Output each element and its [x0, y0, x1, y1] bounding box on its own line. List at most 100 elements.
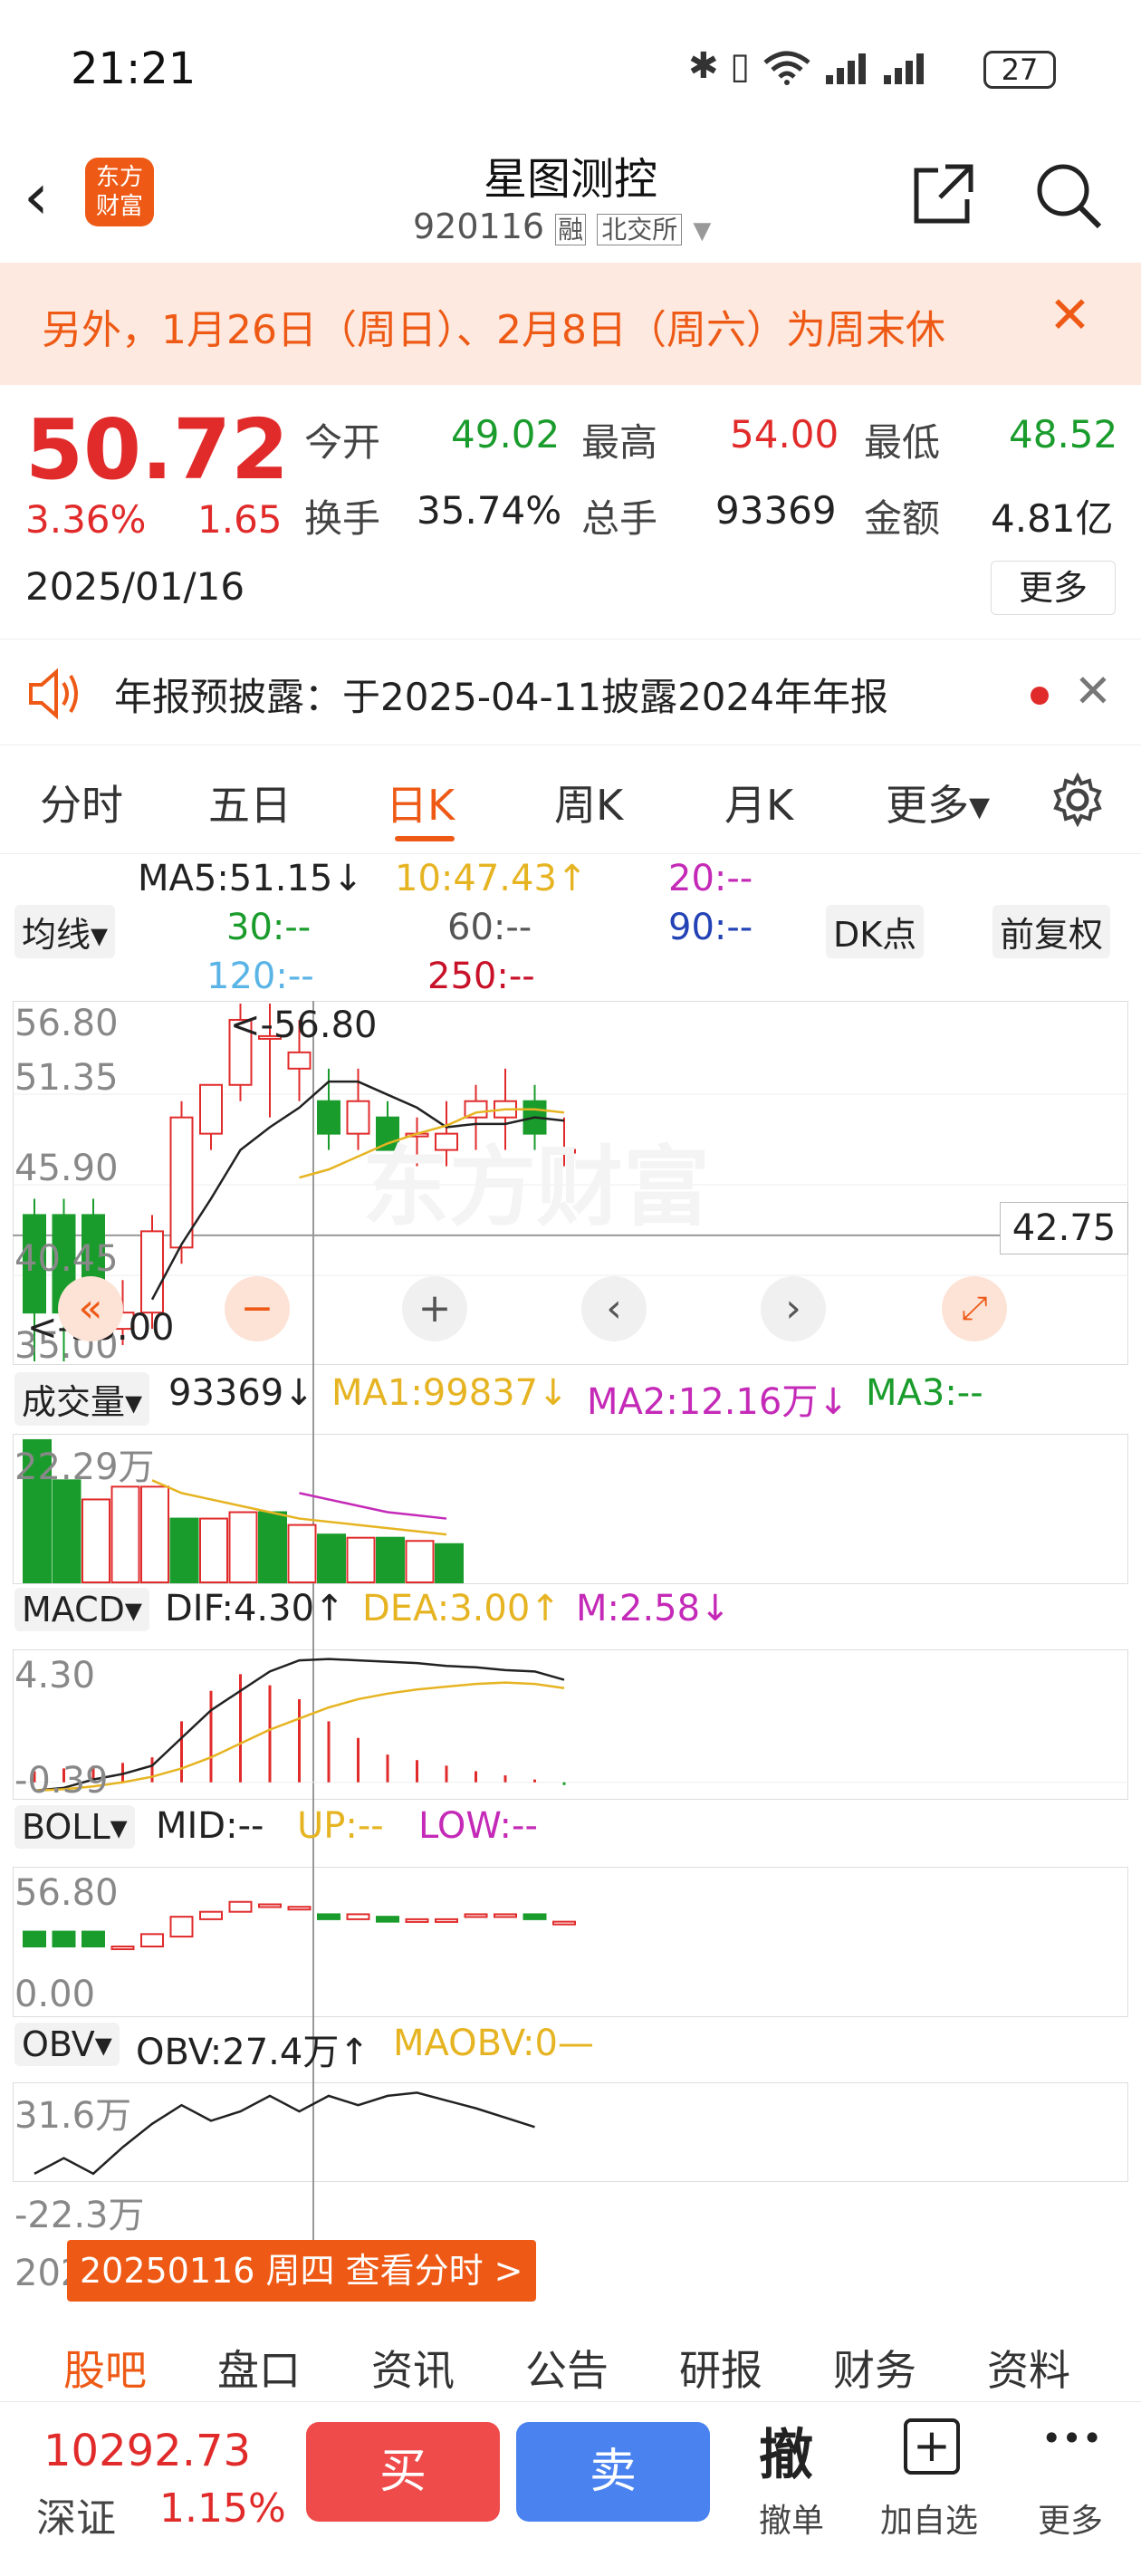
- macd-dif-label: DIF:4.30↑: [165, 1588, 345, 1629]
- boll-candle: [376, 1916, 399, 1923]
- cancel-order-label[interactable]: 撤单: [759, 2494, 824, 2542]
- amount-label: 金额: [864, 496, 941, 541]
- sell-button[interactable]: 卖: [516, 2422, 710, 2522]
- add-watchlist-icon[interactable]: +: [904, 2418, 960, 2475]
- zoom-in-icon[interactable]: +: [402, 1276, 467, 1341]
- tab-yanbao[interactable]: 研报: [679, 2338, 762, 2398]
- index-value[interactable]: 10292.73: [43, 2426, 251, 2476]
- settings-gear-icon[interactable]: [1050, 773, 1105, 827]
- obv-ymin: -22.3万: [14, 2195, 145, 2236]
- signal-icon: [825, 53, 866, 84]
- volume-bar: [169, 1517, 199, 1584]
- tab-more[interactable]: 更多▾: [886, 773, 990, 832]
- stock-code-row[interactable]: 920116 融 北交所 ▼: [413, 207, 711, 246]
- fullscreen-icon[interactable]: ⤢: [942, 1276, 1007, 1341]
- volume-bar: [140, 1485, 169, 1584]
- tab-rik[interactable]: 日K: [386, 773, 455, 832]
- banner-close-icon[interactable]: ✕: [1049, 286, 1091, 345]
- view-intraday-button[interactable]: 20250116 周四 查看分时 >: [67, 2240, 536, 2302]
- scroll-left-icon[interactable]: ‹: [581, 1276, 647, 1341]
- boll-candle: [523, 1913, 547, 1920]
- tab-gonggao[interactable]: 公告: [525, 2338, 609, 2398]
- tab-zhouk[interactable]: 周K: [554, 773, 623, 832]
- index-pct: 1.15%: [159, 2485, 286, 2532]
- boll-candle: [258, 1903, 282, 1908]
- tab-fenshi[interactable]: 分时: [40, 773, 123, 832]
- candle-body: [287, 1051, 312, 1070]
- open-value: 49.02: [451, 412, 561, 457]
- volume-bar: [376, 1536, 405, 1584]
- zoom-out-icon[interactable]: −: [225, 1276, 290, 1341]
- scroll-right-icon[interactable]: ›: [761, 1276, 826, 1341]
- tab-guba[interactable]: 股吧: [63, 2338, 147, 2398]
- rewind-icon[interactable]: «: [58, 1276, 123, 1341]
- buy-button[interactable]: 买: [306, 2422, 500, 2522]
- current-price: 50.72: [25, 401, 290, 498]
- volume-bar: [405, 1540, 435, 1584]
- kline-y-1: 56.80: [14, 1003, 119, 1044]
- boll-up-label: UP:--: [297, 1805, 384, 1847]
- high-value: 54.00: [730, 412, 839, 457]
- macd-select[interactable]: MACD▾: [14, 1588, 149, 1631]
- announcement-banner[interactable]: 另外，1月26日（周日）、2月8日（周六）为周末休 ✕: [0, 263, 1141, 385]
- more-dots-icon[interactable]: •••: [1041, 2418, 1102, 2458]
- tab-yuek[interactable]: 月K: [724, 773, 793, 832]
- kline-y-3: 45.90: [14, 1148, 119, 1189]
- low-value: 48.52: [1009, 412, 1118, 457]
- boll-candle: [110, 1946, 135, 1950]
- share-icon[interactable]: [911, 161, 976, 226]
- volume-bar: [435, 1543, 464, 1584]
- status-icons: ✱ ▯: [688, 45, 929, 87]
- volume-select[interactable]: 成交量▾: [14, 1372, 150, 1426]
- notice-close-icon[interactable]: ✕: [1074, 665, 1112, 717]
- volume-ymax: 22.29万: [14, 1447, 155, 1488]
- obv-select[interactable]: OBV▾: [14, 2023, 120, 2066]
- turnover-label: 换手: [304, 496, 381, 541]
- cancel-order-icon[interactable]: 撤: [759, 2411, 813, 2490]
- search-icon[interactable]: [1032, 159, 1105, 232]
- speaker-icon: [29, 668, 78, 719]
- boll-candle: [435, 1918, 458, 1923]
- maobv-label: MAOBV:0—: [393, 2023, 594, 2064]
- nav-bar: ‹ 东方 财富 星图测控 920116 融 北交所 ▼: [0, 136, 1141, 263]
- add-watchlist-label[interactable]: 加自选: [880, 2494, 978, 2542]
- low-label: 最低: [864, 420, 941, 465]
- stock-code: 920116: [413, 207, 545, 246]
- volume-value: 93369: [715, 488, 837, 533]
- boll-candle: [140, 1933, 164, 1948]
- dropdown-icon: ▼: [693, 217, 712, 245]
- vol-ma2-label: MA2:12.16万↓: [587, 1381, 849, 1423]
- kline-y-2: 51.35: [14, 1057, 119, 1099]
- max-price-mark: <-56.80: [230, 1004, 378, 1046]
- quote-date: 2025/01/16: [25, 564, 245, 609]
- tab-ziliao[interactable]: 资料: [987, 2338, 1070, 2398]
- kline-y-4: 40.45: [14, 1238, 119, 1280]
- chart-area[interactable]: 均线▾ MA5:51.15↓ 10:47.43↑ 20:-- 30:-- 60:…: [0, 854, 1141, 2321]
- vol-ma3-label: MA3:--: [866, 1372, 983, 1414]
- candle-body: [317, 1100, 340, 1135]
- watermark-text: 东方财富: [362, 1137, 710, 1238]
- volume-bar: [346, 1536, 376, 1584]
- high-label: 最高: [581, 420, 658, 465]
- vol-ma1-label: MA1:99837↓: [331, 1372, 569, 1414]
- change-pct: 3.36%: [25, 497, 147, 542]
- more-label[interactable]: 更多: [1038, 2494, 1103, 2542]
- boll-select[interactable]: BOLL▾: [14, 1805, 135, 1849]
- boll-low-label: LOW:--: [418, 1805, 538, 1847]
- tab-zixun[interactable]: 资讯: [371, 2338, 455, 2398]
- volume-bar: [52, 1479, 82, 1583]
- tab-caiwu[interactable]: 财务: [833, 2338, 916, 2398]
- more-quote-button[interactable]: 更多: [991, 561, 1116, 615]
- exchange-tag: 北交所: [597, 214, 683, 245]
- tab-pankou[interactable]: 盘口: [217, 2338, 301, 2398]
- quote-panel: 50.72 3.36% 1.65 2025/01/16 今开 49.02 最高 …: [0, 385, 1141, 639]
- candle-body: [169, 1116, 194, 1249]
- volume-label: 总手: [581, 496, 658, 541]
- amount-value: 4.81亿: [991, 496, 1114, 541]
- boll-candle: [494, 1913, 517, 1918]
- notice-bar[interactable]: 年报预披露：于2025-04-11披露2024年年报 ✕: [0, 639, 1141, 745]
- boll-candle: [317, 1913, 340, 1920]
- tab-wuri[interactable]: 五日: [208, 773, 292, 832]
- change-abs: 1.65: [197, 497, 283, 542]
- status-time: 21:21: [71, 43, 197, 94]
